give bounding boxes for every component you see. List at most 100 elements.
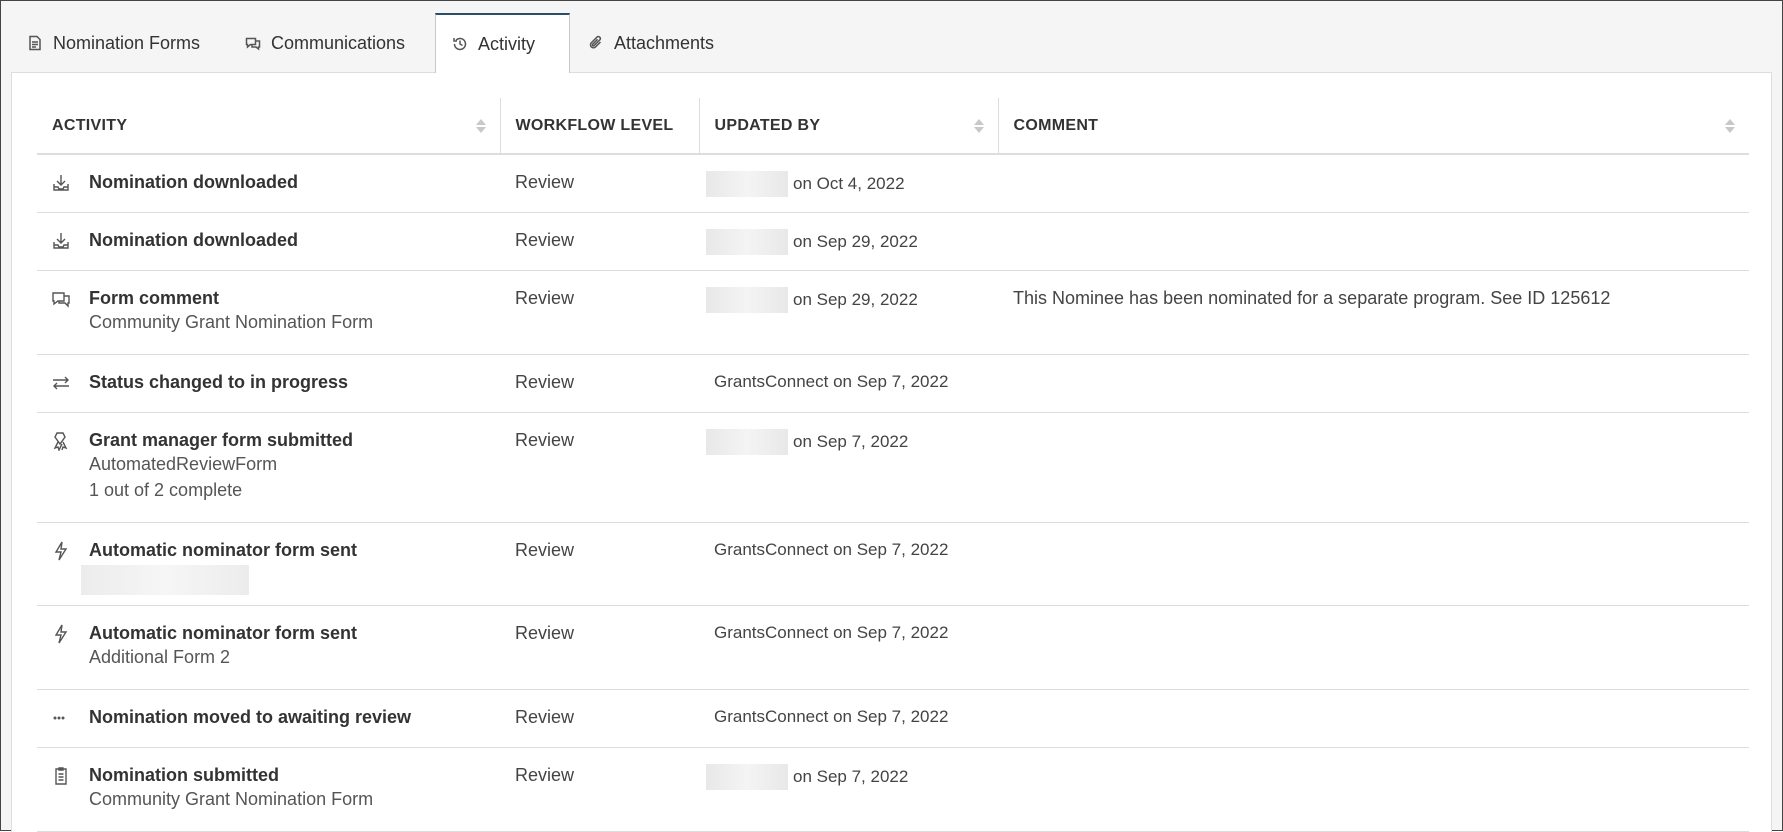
activity-panel: ACTIVITY WORKFLOW LEVEL UPDATED BY COMME… [11, 72, 1772, 832]
bolt-icon [51, 624, 71, 644]
tab-label: Communications [271, 32, 406, 53]
activity-title: Status changed to in progress [89, 371, 349, 392]
sort-icon[interactable] [475, 118, 486, 134]
workflow-level: Review [515, 622, 575, 643]
workflow-level: Review [515, 172, 575, 192]
activity-cell: Nomination moved to awaiting review [37, 689, 500, 748]
activity-table: ACTIVITY WORKFLOW LEVEL UPDATED BY COMME… [37, 98, 1749, 832]
table-row: Automatic nominator form sent Additional… [37, 605, 1749, 690]
updated-by: GrantsConnect on Sep 7, 2022 [714, 622, 983, 644]
tab-bar: Nomination Forms Communications Activity… [1, 1, 1782, 73]
ribbon-icon [51, 431, 71, 452]
redacted-user [706, 428, 788, 455]
updated-by: on Sep 29, 2022 [706, 228, 983, 255]
tab-attachments[interactable]: Attachments [572, 13, 730, 73]
tab-nomination-forms[interactable]: Nomination Forms [11, 13, 216, 73]
updated-by: on Sep 7, 2022 [706, 763, 983, 790]
table-row: Automatic nominator form sent Review Gra… [37, 522, 1749, 606]
activity-cell: Nomination submitted Community Grant Nom… [37, 747, 500, 832]
activity-cell: Nomination downloaded [37, 154, 500, 213]
table-row: Nomination downloaded Review on Oct 4, 2… [37, 154, 1749, 213]
table-row: Nomination downloaded Review on Sep 29, … [37, 212, 1749, 271]
activity-cell: Automatic nominator form sent Additional… [37, 605, 500, 690]
updated-by: on Sep 29, 2022 [706, 286, 983, 313]
updated-by: GrantsConnect on Sep 7, 2022 [714, 706, 983, 728]
paperclip-icon [589, 35, 602, 49]
updated-user: GrantsConnect [714, 706, 829, 726]
workflow-level: Review [515, 229, 575, 250]
updated-user: GrantsConnect [714, 622, 829, 642]
activity-title: Nomination downloaded [89, 229, 298, 250]
workflow-level: Review [515, 429, 575, 450]
bolt-icon [51, 541, 71, 561]
updated-by: on Sep 7, 2022 [706, 428, 983, 455]
activity-subtitle: Community Grant Nomination Form [89, 311, 374, 332]
updated-date: on Sep 29, 2022 [793, 289, 918, 309]
column-header-comment[interactable]: COMMENT [997, 98, 1749, 155]
tab-communications[interactable]: Communications [229, 13, 421, 73]
sort-icon[interactable] [973, 118, 984, 134]
clipboard-icon [51, 766, 71, 786]
workflow-level: Review [515, 371, 575, 392]
updated-date: on Sep 7, 2022 [833, 706, 949, 726]
updated-user: GrantsConnect [714, 371, 829, 391]
column-header-workflow-level: WORKFLOW LEVEL [499, 98, 699, 155]
updated-date: on Sep 7, 2022 [833, 371, 949, 391]
updated-user: GrantsConnect [714, 539, 829, 559]
sort-icon[interactable] [1725, 118, 1735, 134]
redacted-user [706, 171, 788, 197]
tab-label: Activity [478, 33, 536, 54]
workflow-level: Review [515, 287, 575, 308]
ellipsis-icon [51, 708, 71, 728]
chat-icon [245, 37, 261, 51]
comment-text: This Nominee has been nominated for a se… [1013, 287, 1611, 308]
swap-icon [51, 373, 71, 393]
activity-page: Nomination Forms Communications Activity… [0, 0, 1783, 832]
history-icon [453, 37, 467, 51]
activity-title: Form comment [89, 287, 220, 308]
column-header-updated-by[interactable]: UPDATED BY [698, 98, 998, 155]
activity-title: Nomination moved to awaiting review [89, 706, 412, 727]
activity-title: Nomination submitted [89, 764, 279, 785]
download-icon [51, 231, 71, 251]
updated-date: on Sep 7, 2022 [833, 539, 949, 559]
activity-title: Grant manager form submitted [89, 429, 354, 450]
table-header-row: ACTIVITY WORKFLOW LEVEL UPDATED BY COMME… [37, 98, 1749, 155]
updated-date: on Sep 7, 2022 [833, 622, 949, 642]
activity-cell: Status changed to in progress [37, 354, 500, 413]
activity-cell: Automatic nominator form sent [37, 522, 500, 606]
table-row: Grant manager form submitted AutomatedRe… [37, 412, 1749, 523]
table-row: Nomination submitted Community Grant Nom… [37, 747, 1749, 832]
redacted-user [706, 286, 788, 313]
chat-icon [51, 289, 71, 309]
activity-subtitle: AutomatedReviewForm [89, 453, 278, 474]
download-icon [51, 173, 71, 193]
activity-cell: Grant manager form submitted AutomatedRe… [37, 412, 500, 523]
table-row: Status changed to in progress Review Gra… [37, 354, 1749, 413]
activity-cell: Form comment Community Grant Nomination … [37, 270, 500, 355]
updated-by: GrantsConnect on Sep 7, 2022 [714, 539, 983, 561]
workflow-level: Review [515, 539, 575, 560]
document-icon [29, 35, 41, 51]
tab-activity[interactable]: Activity [435, 13, 570, 73]
updated-by: on Oct 4, 2022 [706, 171, 983, 197]
tab-label: Nomination Forms [53, 32, 201, 53]
workflow-level: Review [515, 764, 575, 785]
column-header-activity[interactable]: ACTIVITY [37, 98, 500, 155]
activity-subtitle: Community Grant Nomination Form [89, 788, 374, 809]
updated-date: on Oct 4, 2022 [793, 174, 905, 193]
redacted-user [706, 228, 788, 255]
activity-subtitle: 1 out of 2 complete [89, 479, 243, 500]
table-row: Form comment Community Grant Nomination … [37, 270, 1749, 355]
updated-date: on Sep 7, 2022 [793, 766, 909, 786]
updated-by: GrantsConnect on Sep 7, 2022 [714, 371, 983, 393]
redacted-user [706, 763, 788, 790]
activity-title: Automatic nominator form sent [89, 622, 358, 643]
updated-date: on Sep 29, 2022 [793, 231, 918, 251]
updated-date: on Sep 7, 2022 [793, 431, 909, 451]
activity-subtitle: Additional Form 2 [89, 646, 231, 667]
workflow-level: Review [515, 706, 575, 727]
table-row: Nomination moved to awaiting review Revi… [37, 689, 1749, 748]
activity-cell: Nomination downloaded [37, 212, 500, 271]
activity-title: Nomination downloaded [89, 172, 298, 192]
